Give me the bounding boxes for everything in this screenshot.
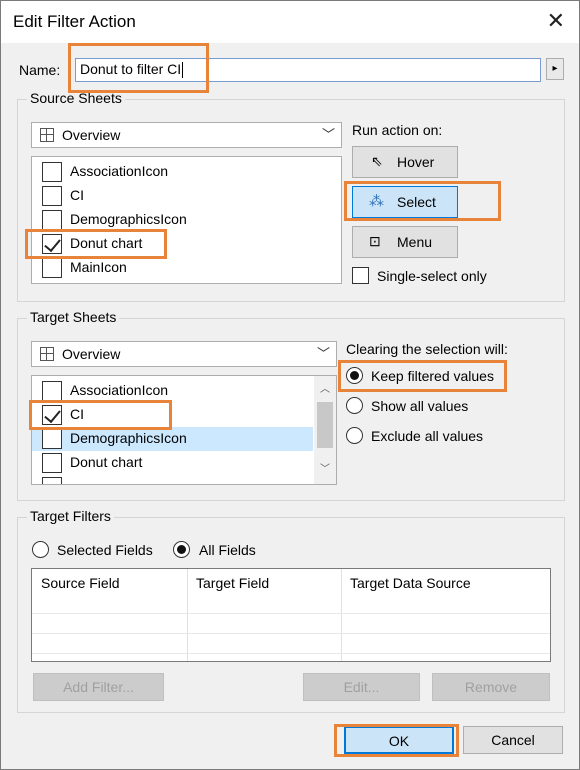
target-list-scrollbar[interactable]: ︿ ﹀ bbox=[314, 376, 336, 484]
source-sheet-label: AssociationIcon bbox=[70, 163, 169, 179]
target-sheet-label: DemographicsIcon bbox=[70, 430, 187, 446]
title-bar: Edit Filter Action ✕ bbox=[1, 1, 579, 43]
source-dropdown-value: Overview bbox=[62, 127, 121, 143]
selected-fields-label: Selected Fields bbox=[57, 542, 153, 558]
dashboard-grid-icon bbox=[40, 347, 54, 361]
click-cursor-icon: ⁂ bbox=[369, 193, 384, 210]
chevron-down-icon: ﹀ bbox=[316, 346, 330, 361]
select-button-label: Select bbox=[397, 194, 436, 210]
target-sheets-list: AssociationIcon CI DemographicsIcon Donu… bbox=[31, 375, 337, 485]
scroll-down-icon[interactable]: ﹀ bbox=[317, 460, 333, 480]
hover-button-label: Hover bbox=[397, 154, 435, 170]
checkbox[interactable] bbox=[42, 186, 62, 206]
keep-filtered-radio[interactable] bbox=[346, 367, 363, 384]
source-sheet-label: MainIcon bbox=[70, 259, 127, 275]
checkbox[interactable] bbox=[42, 453, 62, 473]
column-divider bbox=[187, 569, 188, 661]
edit-button[interactable]: Edit... bbox=[303, 673, 420, 701]
source-sheet-label: CI bbox=[70, 187, 84, 203]
target-sheet-item[interactable]: AssociationIcon bbox=[32, 379, 336, 403]
source-sheets-title: Source Sheets bbox=[27, 90, 125, 106]
scrollbar-thumb[interactable] bbox=[317, 402, 333, 448]
name-label: Name: bbox=[19, 62, 61, 78]
row-divider bbox=[32, 613, 550, 614]
checkbox[interactable] bbox=[42, 477, 62, 484]
checkbox-checked[interactable] bbox=[42, 234, 62, 254]
source-sheet-label: Donut chart bbox=[70, 235, 143, 251]
all-fields-radio[interactable] bbox=[173, 541, 190, 558]
dialog-title: Edit Filter Action bbox=[13, 12, 136, 31]
target-sheets-dropdown[interactable]: Overview ﹀ bbox=[31, 341, 337, 367]
show-all-label: Show all values bbox=[371, 398, 469, 414]
column-header-target-field: Target Field bbox=[196, 575, 270, 591]
single-select-label: Single-select only bbox=[377, 268, 487, 284]
column-divider bbox=[341, 569, 342, 661]
target-sheets-title: Target Sheets bbox=[27, 309, 120, 325]
source-sheets-list: AssociationIcon CI DemographicsIcon Donu… bbox=[31, 156, 342, 284]
target-sheet-item[interactable]: Donut chart bbox=[32, 451, 336, 475]
ok-button[interactable]: OK bbox=[344, 726, 454, 754]
target-sheet-item[interactable]: CI bbox=[32, 403, 336, 427]
filter-mapping-table: Source Field Target Field Target Data So… bbox=[31, 568, 551, 662]
name-menu-arrow-icon[interactable]: ▸ bbox=[546, 58, 564, 80]
close-icon[interactable]: ✕ bbox=[547, 9, 565, 33]
edit-filter-action-dialog: Edit Filter Action ✕ Name: Donut to filt… bbox=[0, 0, 580, 770]
checkbox-checked[interactable] bbox=[42, 405, 62, 425]
checkbox[interactable] bbox=[42, 258, 62, 278]
run-action-label: Run action on: bbox=[352, 122, 443, 138]
source-sheet-item[interactable]: AssociationIcon bbox=[32, 160, 341, 184]
row-divider bbox=[32, 653, 550, 654]
target-dropdown-value: Overview bbox=[62, 346, 121, 362]
keep-filtered-label: Keep filtered values bbox=[371, 368, 494, 384]
hover-button[interactable]: ⇖ Hover bbox=[352, 146, 458, 178]
exclude-all-label: Exclude all values bbox=[371, 428, 484, 444]
name-input[interactable]: Donut to filter CI bbox=[75, 58, 541, 82]
column-header-target-data-source: Target Data Source bbox=[350, 575, 471, 591]
source-sheet-item[interactable]: MainIcon bbox=[32, 256, 341, 280]
checkbox[interactable] bbox=[42, 381, 62, 401]
dashboard-grid-icon bbox=[40, 128, 54, 142]
menu-button[interactable]: ⊡ Menu bbox=[352, 226, 458, 258]
target-sheet-item-partial[interactable] bbox=[32, 475, 336, 484]
name-value: Donut to filter CI bbox=[80, 61, 182, 77]
cancel-button[interactable]: Cancel bbox=[463, 726, 563, 754]
source-sheet-label: DemographicsIcon bbox=[70, 211, 187, 227]
all-fields-label: All Fields bbox=[199, 542, 256, 558]
row-divider bbox=[32, 633, 550, 634]
target-sheet-label: AssociationIcon bbox=[70, 382, 169, 398]
target-sheet-label: CI bbox=[70, 406, 84, 422]
chevron-down-icon: ﹀ bbox=[321, 127, 335, 142]
target-filters-title: Target Filters bbox=[27, 508, 114, 524]
remove-button[interactable]: Remove bbox=[432, 673, 550, 701]
scroll-up-icon[interactable]: ︿ bbox=[317, 380, 333, 400]
clearing-label: Clearing the selection will: bbox=[346, 341, 508, 357]
checkbox[interactable] bbox=[42, 429, 62, 449]
source-sheet-item[interactable]: Donut chart bbox=[32, 232, 341, 256]
source-sheet-item[interactable]: DemographicsIcon bbox=[32, 208, 341, 232]
exclude-all-radio[interactable] bbox=[346, 427, 363, 444]
menu-cursor-icon: ⊡ bbox=[369, 233, 381, 249]
checkbox[interactable] bbox=[42, 210, 62, 230]
target-sheet-item-highlighted[interactable]: DemographicsIcon bbox=[32, 427, 313, 451]
source-sheet-item[interactable]: CI bbox=[32, 184, 341, 208]
checkbox[interactable] bbox=[42, 162, 62, 182]
target-sheet-label: Donut chart bbox=[70, 454, 143, 470]
select-button[interactable]: ⁂ Select bbox=[352, 186, 458, 218]
show-all-radio[interactable] bbox=[346, 397, 363, 414]
column-header-source-field: Source Field bbox=[41, 575, 120, 591]
selected-fields-radio[interactable] bbox=[32, 541, 49, 558]
source-sheets-dropdown[interactable]: Overview ﹀ bbox=[31, 122, 342, 148]
text-caret bbox=[182, 62, 184, 79]
menu-button-label: Menu bbox=[397, 234, 433, 250]
add-filter-button[interactable]: Add Filter... bbox=[33, 673, 164, 701]
cursor-arrow-icon: ⇖ bbox=[371, 153, 383, 169]
single-select-checkbox[interactable] bbox=[352, 267, 369, 284]
